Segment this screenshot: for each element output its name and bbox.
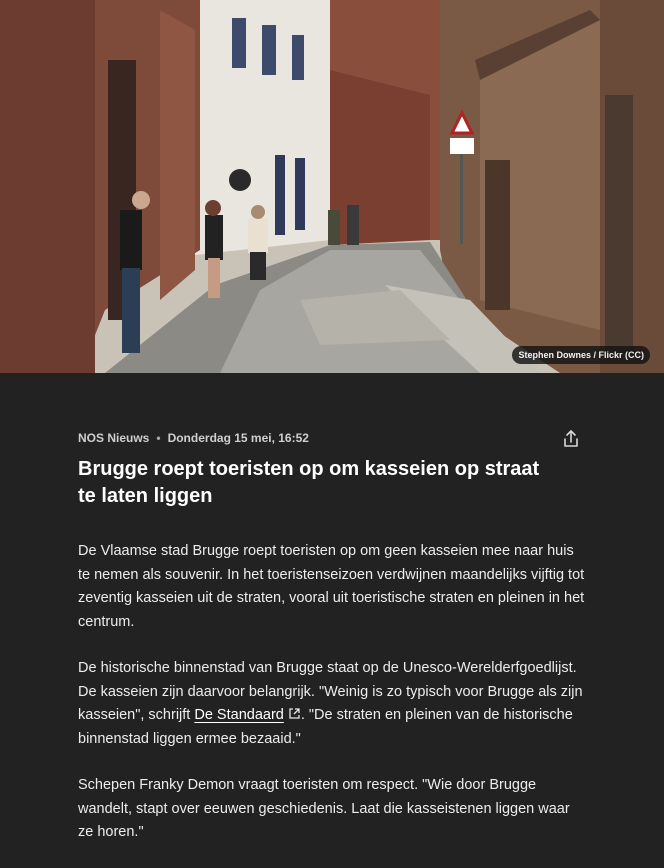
article-title: Brugge roept toeristen op om kasseien op… bbox=[78, 458, 540, 507]
article-body: De Vlaamse stad Brugge roept toeristen o… bbox=[78, 540, 588, 868]
publish-date: Donderdag 15 mei, 16:52 bbox=[167, 431, 309, 445]
photo-credit: Stephen Downes / Flickr (CC) bbox=[512, 346, 650, 364]
meta-separator: • bbox=[156, 431, 161, 445]
article-meta: NOS Nieuws • Donderdag 15 mei, 16:52 bbox=[78, 431, 309, 445]
street-photo bbox=[0, 0, 664, 373]
share-button[interactable] bbox=[560, 428, 582, 450]
hero-image: Stephen Downes / Flickr (CC) bbox=[0, 0, 664, 373]
de-standaard-link[interactable]: De Standaard bbox=[194, 707, 283, 723]
share-icon bbox=[564, 430, 578, 447]
paragraph-3: Schepen Franky Demon vraagt toeristen om… bbox=[78, 777, 570, 840]
paragraph-1: De Vlaamse stad Brugge roept toeristen o… bbox=[78, 543, 585, 630]
source-label: NOS Nieuws bbox=[78, 431, 150, 445]
paragraph-2: De historische binnenstad van Brugge sta… bbox=[78, 657, 588, 751]
external-link-icon[interactable] bbox=[288, 707, 301, 720]
